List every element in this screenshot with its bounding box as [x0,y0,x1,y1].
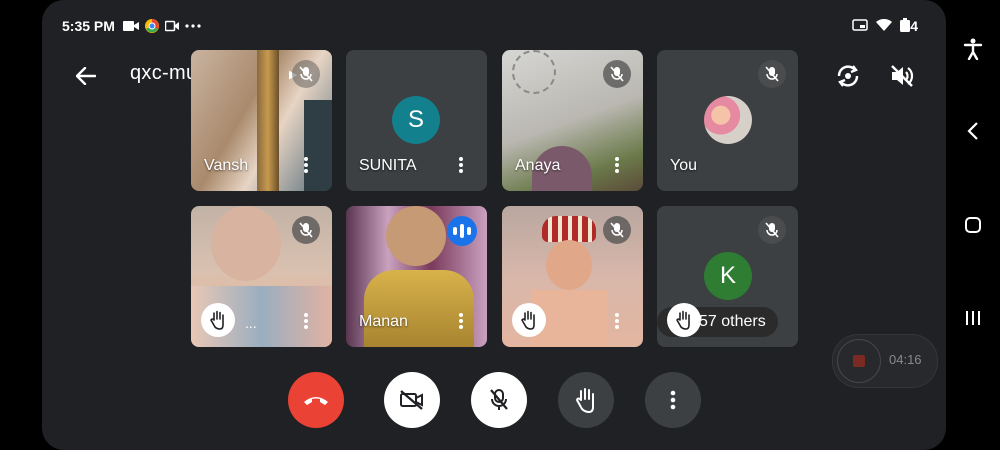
raise-hand-button[interactable] [558,372,614,428]
participant-tile-anaya[interactable]: Anaya [502,50,643,191]
avatar: K [704,252,752,300]
video-camera-status-icon [122,20,139,32]
participant-name: Anaya [515,157,561,174]
status-bar: 5:35 PM 4 [62,14,918,38]
battery-icon [900,17,911,35]
meet-app-icon [164,20,179,32]
speaking-indicator-icon [447,216,477,246]
more-options-icon[interactable] [296,309,316,333]
more-options-icon[interactable] [607,309,627,333]
switch-camera-button[interactable] [832,60,864,92]
video-feed [211,206,281,281]
accessibility-icon[interactable] [958,34,988,64]
mic-off-icon [758,216,786,244]
mic-off-icon [603,60,631,88]
meet-screen: 5:35 PM 4 qxc-muhh- [42,0,946,450]
crown [542,216,596,242]
overflow-dots-icon [185,24,201,28]
participant-tile-others[interactable]: K 57 others [657,206,798,347]
mic-off-button[interactable] [471,372,527,428]
participant-name: You [670,157,697,174]
participant-tile-manan[interactable]: Manan [346,206,487,347]
mic-off-icon [603,216,631,244]
speaker-off-button[interactable] [886,60,918,92]
more-options-icon[interactable] [451,153,471,177]
call-controls [42,372,946,428]
nav-recents-icon[interactable] [958,303,988,333]
meeting-top-bar: qxc-muhh-gox [42,56,946,96]
mic-off-icon [292,216,320,244]
cast-icon [852,18,868,34]
nav-back-icon[interactable] [958,116,988,146]
mic-off-icon [292,60,320,88]
back-arrow-icon[interactable] [72,62,100,90]
more-options-button[interactable] [645,372,701,428]
chrome-app-icon [144,19,159,33]
wall-decoration [512,50,556,94]
participant-tile-you[interactable]: You [657,50,798,191]
participant-tile-vansh[interactable]: ▶ Vansh [191,50,332,191]
participant-name: ... [245,315,257,331]
raised-hand-icon [667,303,701,337]
video-feed-vansh [257,50,279,191]
more-options-icon[interactable] [296,153,316,177]
nav-home-icon[interactable] [958,210,988,240]
participant-name: Manan [359,313,408,330]
avatar: S [392,96,440,144]
camera-off-button[interactable] [384,372,440,428]
more-options-icon[interactable] [607,153,627,177]
top-actions [832,60,918,92]
video-feed [546,240,592,290]
participant-name: SUNITA [359,157,417,174]
avatar-photo [704,96,752,144]
system-nav-bar [946,0,1000,450]
raised-hand-icon [201,303,235,337]
participant-name: Vansh [204,157,249,174]
video-feed-manan [386,206,446,266]
window-background [304,100,332,191]
status-time: 5:35 PM [62,18,115,34]
participant-tile-raised-hand-2[interactable] [502,206,643,347]
participant-tile-sunita[interactable]: S SUNITA [346,50,487,191]
status-right: 4 [852,17,918,35]
mic-off-icon [758,60,786,88]
more-options-icon[interactable] [451,309,471,333]
battery-level: 4 [910,18,918,34]
recording-time: 04:16 [889,352,922,367]
wifi-icon [876,18,893,34]
raised-hand-icon [512,303,546,337]
participant-tile-raised-hand-1[interactable]: ... [191,206,332,347]
end-call-button[interactable] [288,372,344,428]
